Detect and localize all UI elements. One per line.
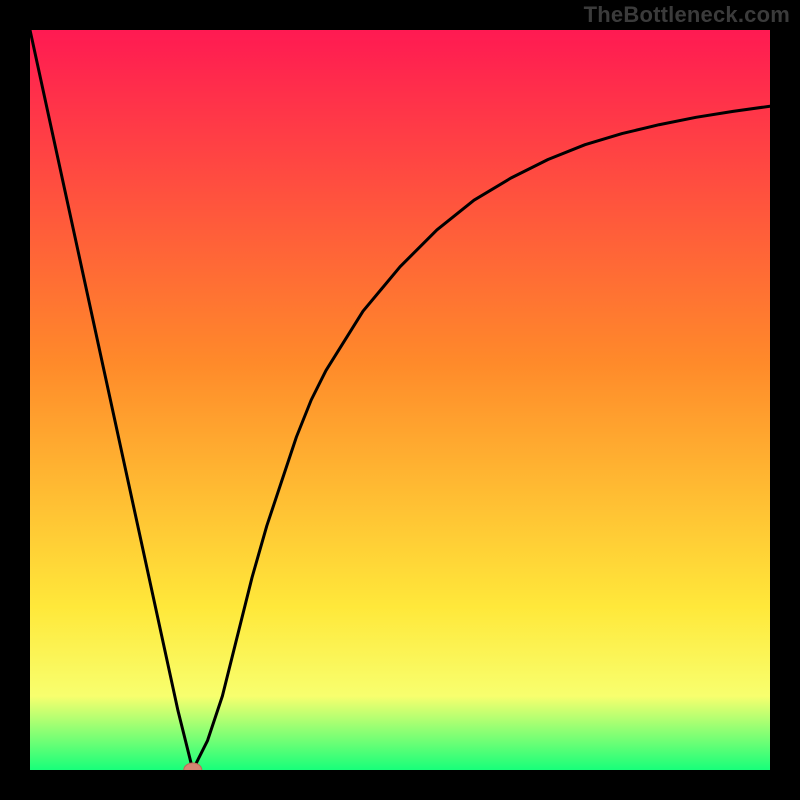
chart-frame: TheBottleneck.com xyxy=(0,0,800,800)
chart-svg xyxy=(30,30,770,770)
gradient-background xyxy=(30,30,770,770)
watermark-text: TheBottleneck.com xyxy=(584,2,790,28)
plot-area xyxy=(30,30,770,770)
